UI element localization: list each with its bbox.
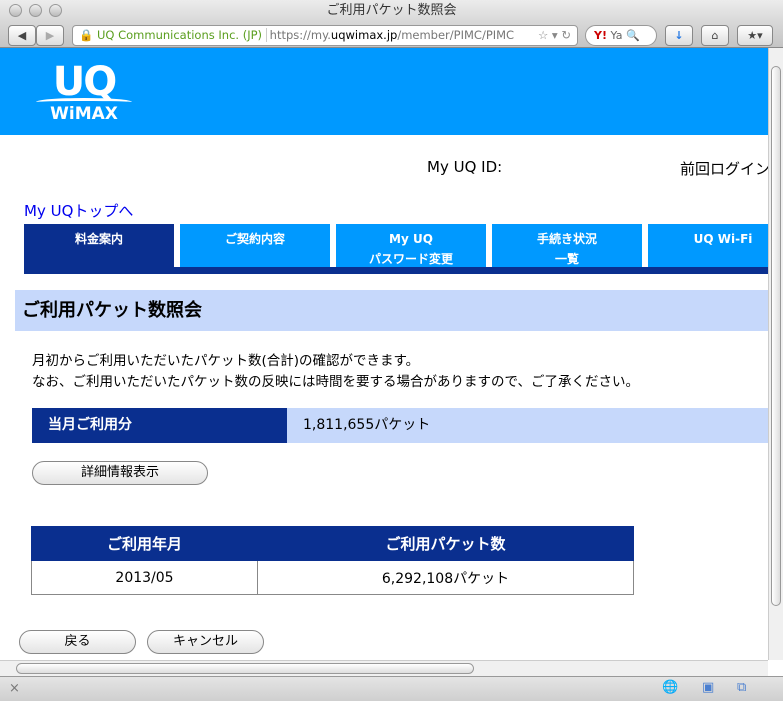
logo-text-bottom: WiMAX [50,104,118,124]
horizontal-scroll-thumb[interactable] [16,663,474,674]
vertical-scroll-thumb[interactable] [771,66,781,606]
tab-label: My UQ [389,232,433,246]
tab-label: ご契約内容 [224,232,285,246]
window-title-bar: ご利用パケット数照会 [0,0,783,22]
url-path: /member/PIMC/PIMC [397,28,515,42]
usage-value: 1,811,655パケット [287,408,768,443]
table-row: 2013/05 6,292,108パケット [31,560,634,595]
url-field[interactable]: 🔒 UQ Communications Inc. (JP) https://my… [72,25,578,46]
close-status-icon[interactable]: × [9,681,20,696]
window-title: ご利用パケット数照会 [326,3,457,18]
search-placeholder: Ya [610,29,623,42]
tab-procedure-status[interactable]: 手続き状況 一覧 [492,224,642,267]
back-button[interactable]: 戻る [19,630,136,654]
site-identity: UQ Communications Inc. (JP) [96,28,263,42]
tab-password-change[interactable]: My UQ パスワード変更 [336,224,486,267]
lock-icon: 🔒 [79,28,94,42]
minimize-window-button[interactable] [29,4,42,17]
packets-cell: 6,292,108パケット [257,560,634,595]
tab-contract[interactable]: ご契約内容 [180,224,330,267]
tab-label: 料金案内 [74,232,123,246]
zoom-window-button[interactable] [49,4,62,17]
tab-billing[interactable]: 料金案内 [24,224,174,267]
home-icon[interactable]: ⌂ [701,25,729,46]
forward-icon[interactable]: ▶ [36,25,64,46]
yahoo-icon: Y! [594,29,607,42]
horizontal-scrollbar[interactable] [0,660,768,676]
last-login-label: 前回ログイン [680,160,768,178]
detail-info-button[interactable]: 詳細情報表示 [32,461,208,485]
tab-label-2: パスワード変更 [368,252,453,266]
logo-text-top: UQ [52,59,117,105]
usage-label: 当月ご利用分 [32,408,287,443]
cancel-button[interactable]: キャンセル [147,630,264,654]
tab-label: UQ Wi-Fi [693,232,753,246]
url-prefix: https://my. [265,28,331,42]
browser-toolbar: ◀ ▶ 🔒 UQ Communications Inc. (JP) https:… [0,22,783,48]
description-line-1: 月初からご利用いただいたパケット数(合計)の確認ができます。 [32,353,420,369]
tab-underline [24,267,768,274]
tab-label: 手続き状況 [536,232,597,246]
bookmarks-menu-icon[interactable]: ★▾ [737,25,773,46]
tab-label-2: 一覧 [554,252,579,266]
search-field[interactable]: Y! Ya 🔍 [585,25,657,46]
status-bar: × 🌐 ▣ ⧉ [0,676,783,701]
history-table: ご利用年月 ご利用パケット数 2013/05 6,292,108パケット [31,526,634,595]
uq-wimax-logo[interactable]: UQ WiMAX [36,59,132,124]
windows-icon[interactable]: ⧉ [737,680,746,695]
column-header: ご利用パケット数 [257,526,634,561]
my-uq-id-label: My UQ ID: [427,158,503,176]
back-icon[interactable]: ◀ [8,25,36,46]
column-header: ご利用年月 [31,526,258,561]
search-icon: 🔍 [625,29,640,42]
month-cell: 2013/05 [31,560,258,595]
download-icon[interactable]: ↓ [665,25,693,46]
close-window-button[interactable] [9,4,22,17]
bookmark-star-reload-icon[interactable]: ☆ ▾ ↻ [538,26,571,45]
monitor-icon[interactable]: ▣ [702,680,714,695]
description-line-2: なお、ご利用いただいたパケット数の反映には時間を要する場合がありますので、ご了承… [32,374,639,390]
my-uq-top-link[interactable]: My UQトップへ [24,200,133,221]
vertical-scrollbar[interactable] [768,48,783,660]
url-domain: uqwimax.jp [330,28,398,42]
globe-icon[interactable]: 🌐 [662,680,678,695]
page-title: ご利用パケット数照会 [15,290,768,331]
tab-uq-wifi[interactable]: UQ Wi-Fi [648,224,783,267]
